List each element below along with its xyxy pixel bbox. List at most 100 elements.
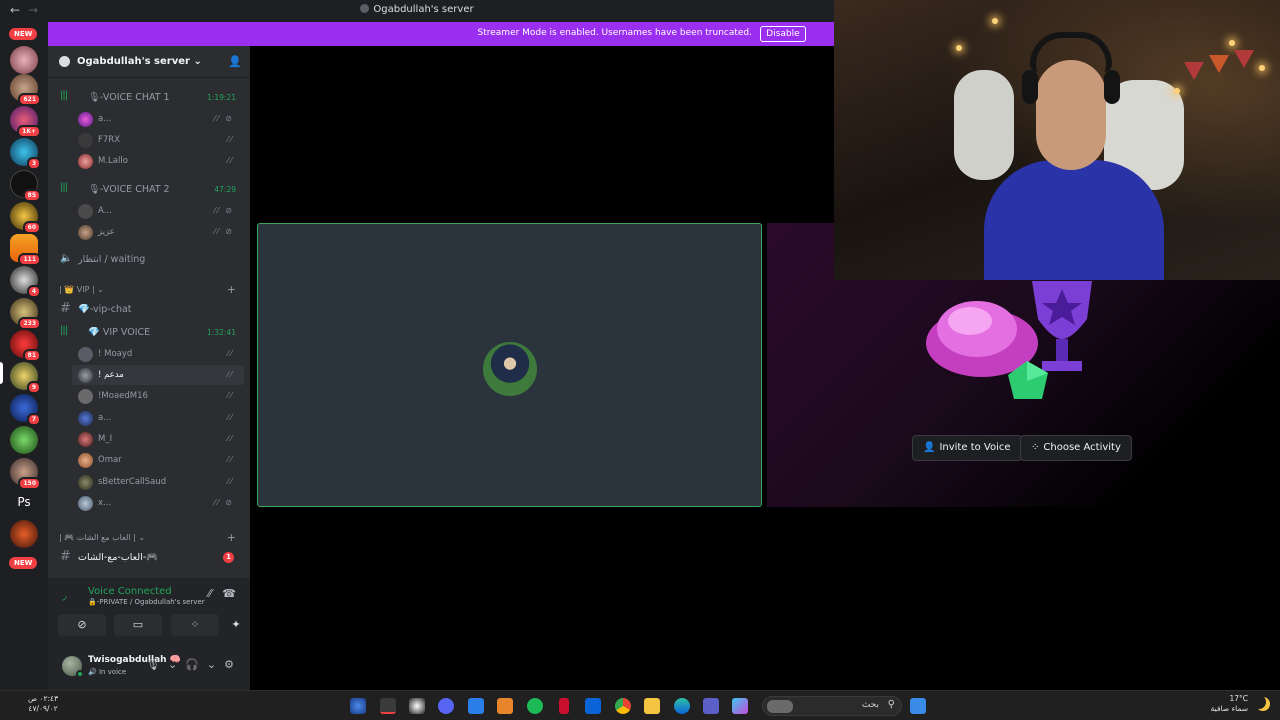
channel-timer: 1:32:41 [207,328,236,337]
server-shield-icon [59,56,70,67]
voice-user[interactable]: M.Lallo ⁄⁄ [48,151,244,171]
edge-icon[interactable] [674,698,690,714]
webcam-overlay [834,0,1280,280]
server-icon-11[interactable]: 9 [10,362,41,394]
user-avatar[interactable] [62,656,84,678]
voice-user[interactable]: a... ⁄⁄ [48,408,244,428]
category-vip[interactable]: | 👑 VIP | ⌄ + [48,280,244,300]
app-icon[interactable] [559,698,569,714]
server-icon-9[interactable]: 233 [10,298,41,330]
server-icon-1[interactable] [10,46,38,74]
start-icon[interactable] [910,698,926,714]
avatar [78,453,93,468]
server-icon-5[interactable]: 85 [10,170,41,202]
participant-tile[interactable] [257,223,762,507]
app-icon[interactable] [380,698,396,714]
avatar [78,347,93,362]
deafen-icon: ⁄⁄ [227,434,234,443]
add-user-icon: 👤 [923,442,936,453]
voice-user[interactable]: Omar ⁄⁄ [48,450,244,470]
window-title: Ogabdullah's server [0,4,834,15]
taskbar-search[interactable]: بحث ⚲ [762,696,902,716]
voice-channel-vip[interactable]: ||| 💎 VIP VOICE 1:32:41 [48,322,244,342]
voice-channel-1[interactable]: ||| 🎙-VOICE CHAT 1 1:19:21 [48,87,244,107]
voice-connected-title[interactable]: Voice Connected [88,586,172,597]
channel-timer: 1:19:21 [207,93,236,102]
person-face [1036,60,1106,170]
voice-user[interactable]: A... ⁄⁄ ⊘ [48,201,244,221]
activity-button[interactable]: ⁘ [171,614,219,636]
github-icon[interactable] [409,698,425,714]
choose-activity-button[interactable]: ⁘ Choose Activity [1020,435,1132,461]
server-header[interactable]: Ogabdullah's server ⌄ 👤 [48,46,250,78]
voice-channel-path[interactable]: 🔒-PRIVATE / Ogabdullah's server [88,598,205,606]
channel-timer: 47:29 [214,185,236,194]
voice-user[interactable]: x... ⁄⁄ ⊘ [48,493,244,513]
server-icon-6[interactable]: 60 [10,202,41,234]
participant-avatar [483,342,537,396]
server-icon-ps[interactable]: Ps [10,488,38,516]
voice-channel-2[interactable]: ||| 🎙-VOICE CHAT 2 47:29 [48,179,244,199]
store-icon[interactable] [585,698,601,714]
server-rail: NEW 621 1K+ 3 85 60 111 4 233 81 9 7 150… [0,22,48,690]
deafen-icon: ⁄⁄ [227,349,234,358]
deafen-icon: ⁄⁄ [227,135,234,144]
server-icon-3[interactable]: 1K+ [10,106,41,138]
add-channel-icon[interactable]: + [227,531,236,544]
server-icon-8[interactable]: 4 [10,266,41,298]
window-titlebar: ← → Ogabdullah's server [0,0,834,22]
taskbar-weather[interactable]: 17°C سماء صافية [1211,694,1248,714]
text-channel-games[interactable]: # العاب-مع-الشات-🎮 1 [48,547,244,567]
discord-icon[interactable] [438,698,454,714]
hash-icon: # [60,301,71,316]
voice-user[interactable]: sBetterCallSaud ⁄⁄ [48,472,244,492]
text-channel-vip-chat[interactable]: # 💎-vip-chat [48,299,244,319]
user-controls[interactable]: 🎙⌄🎧⌄⚙ [146,658,242,671]
voice-user[interactable]: عزيز ⁄⁄ ⊘ [48,222,244,242]
disable-button[interactable]: Disable [760,26,806,42]
voice-channel-waiting[interactable]: 🔈 انتظار / waiting [48,249,244,269]
user-status: 🔊 In voice [88,668,127,676]
deafen-icon: ⁄⁄ [227,413,234,422]
mention-badge: 1 [223,552,234,563]
teams-icon[interactable] [703,698,719,714]
server-icon-10[interactable]: 81 [10,330,41,362]
taskbar-clock[interactable]: ٠٢:٤٣ ص ٤٧/٠٩/٠٢ [28,694,58,714]
signal-icon[interactable]: ◞ [62,588,67,602]
copilot-icon[interactable] [350,698,366,714]
voice-activity-icon: ||| [60,90,68,101]
spotify-icon[interactable] [527,698,543,714]
disconnect-icons[interactable]: ⁄⁄ ☎ [208,587,236,600]
voice-user[interactable]: a... ⁄⁄ ⊘ [48,109,244,129]
voice-user[interactable]: ! Moayd ⁄⁄ [48,344,244,364]
activity-grid-icon: ⁘ [1031,442,1040,453]
app-icon[interactable] [468,698,484,714]
voice-user[interactable]: !MoaedM16 ⁄⁄ [48,386,244,406]
voice-user[interactable]: ! مدعم ⁄⁄ [72,365,244,385]
server-icon-2[interactable]: 621 [10,74,41,106]
file-explorer-icon[interactable] [644,698,660,714]
category-games[interactable]: | 🎮 العاب مع الشات | ⌄ + [48,528,244,548]
server-icon-14[interactable]: 150 [10,458,41,490]
server-icon [360,4,370,13]
voice-user[interactable]: F7RX ⁄⁄ [48,130,244,150]
server-icon-4[interactable]: 3 [10,138,41,170]
server-icon-12[interactable]: 7 [10,394,41,426]
server-icon-7[interactable]: 111 [10,234,41,266]
add-user-icon[interactable]: 👤 [228,55,242,68]
deafen-icon: ⁄⁄ ⊘ [214,227,234,236]
chrome-icon[interactable] [615,698,631,714]
share-screen-button[interactable]: ▭ [114,614,162,636]
app-icon[interactable] [732,698,748,714]
avatar [78,411,93,426]
server-icon-13[interactable] [10,426,38,454]
selected-server-indicator [0,362,3,384]
add-channel-icon[interactable]: + [227,283,236,296]
voice-user[interactable]: M_I ⁄⁄ [48,429,244,449]
server-icon-16[interactable] [10,520,38,548]
search-icon: ⚲ [887,699,895,710]
invite-to-voice-button[interactable]: 👤 Invite to Voice [912,435,1022,461]
camera-off-button[interactable]: ⊘ [58,614,106,636]
app-icon[interactable] [497,698,513,714]
soundboard-button[interactable]: ✦ [228,614,244,636]
